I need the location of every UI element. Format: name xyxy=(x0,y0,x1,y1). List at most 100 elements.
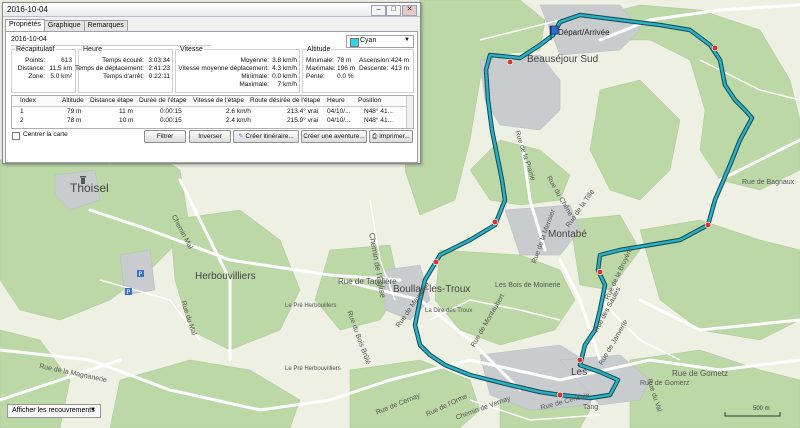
svg-text:P: P xyxy=(139,271,143,278)
direction-marker xyxy=(491,218,499,226)
table-header-cell[interactable]: Position xyxy=(358,97,381,104)
table-row[interactable]: 2 78 m 10 m 0:00:15 2.4 km/h 215.9° vrai… xyxy=(12,116,413,125)
speed-value: 4.3 km/h xyxy=(272,65,297,72)
window-title: 2016-10-04 xyxy=(7,5,48,14)
time-value: 0:22:11 xyxy=(148,73,170,80)
time-label: Temps d'arrêt: xyxy=(103,73,144,80)
map-label-depart-arrivee: Départ/Arrivée xyxy=(558,28,610,37)
table-cell: 11 m xyxy=(119,108,133,115)
invert-button[interactable]: Inverser xyxy=(189,130,231,143)
altitude-label: Pente: xyxy=(306,73,325,80)
svg-text:P: P xyxy=(127,289,131,296)
close-button[interactable]: ✕ xyxy=(402,5,417,16)
table-header: Index Altitude Distance étape Durée de l… xyxy=(12,96,413,107)
altitude-label: Descente: xyxy=(359,65,389,72)
map-label-herbouvilliers: Herbouvilliers xyxy=(195,271,256,282)
direction-marker xyxy=(432,258,440,266)
table-header-cell[interactable]: Index xyxy=(20,97,36,104)
recap-value: 5.0 km² xyxy=(50,73,72,80)
tab-remarks[interactable]: Remarques xyxy=(83,20,128,31)
direction-marker xyxy=(711,44,719,52)
map-label-bois-moinerie: Les Bois de Moinerie xyxy=(495,282,561,289)
table-cell: 2 xyxy=(20,117,24,124)
map-label-rue-bagnaux: Rue de Bagnaux xyxy=(742,179,795,186)
direction-marker xyxy=(556,391,564,399)
table-cell: 215.9° vrai xyxy=(287,117,319,124)
table-cell: N48° 41... xyxy=(364,117,393,124)
color-select[interactable]: Cyan ▼ xyxy=(346,35,414,48)
group-altitude-title: Altitude xyxy=(306,46,332,53)
minimize-button[interactable]: – xyxy=(371,5,386,16)
print-button[interactable]: ⎙ Imprimer... xyxy=(369,130,413,143)
button-row: Centrer la carte Filtrer Inverser ✎ Crée… xyxy=(11,130,413,144)
properties-panel: 2016-10-04 Cyan ▼ Récapitulatif Points: … xyxy=(5,31,418,163)
window-titlebar[interactable]: 2016-10-04 – □ ✕ xyxy=(3,3,420,17)
time-label: Temps écoulé: xyxy=(102,57,144,64)
properties-window[interactable]: 2016-10-04 – □ ✕ Propriétés Graphique Rema… xyxy=(2,2,421,164)
altitude-value: 413 m xyxy=(391,65,410,72)
color-swatch xyxy=(350,38,359,47)
speed-label: Moyenne: xyxy=(240,57,269,64)
table-header-cell[interactable]: Route désirée de l'étape xyxy=(250,97,320,104)
direction-marker xyxy=(576,356,584,364)
track-name-field[interactable]: 2016-10-04 xyxy=(11,36,211,46)
create-route-button[interactable]: ✎ Créer itinéraire... xyxy=(233,130,299,143)
table-header-cell[interactable]: Vitesse de l'étape xyxy=(193,97,244,104)
filter-button[interactable]: Filtrer xyxy=(144,130,186,143)
scale-label: 500 m xyxy=(753,406,770,412)
map-label-rue-gometz: Rue de Gometz xyxy=(672,369,729,378)
recap-value: 11.5 km xyxy=(49,65,72,72)
group-speed-title: Vitesse xyxy=(179,46,204,53)
direction-marker xyxy=(596,268,604,276)
speed-value: 7 km/h xyxy=(277,81,297,88)
map-label-beausejour: Beauséjour Sud xyxy=(527,54,599,65)
table-cell: N48° 41... xyxy=(364,108,393,115)
table-header-cell[interactable]: Durée de l'étape xyxy=(139,97,187,104)
altitude-value: 78 m xyxy=(337,57,352,64)
group-time-title: Heure xyxy=(82,46,104,53)
table-cell: 78 m xyxy=(67,117,82,124)
speed-label: Maximale: xyxy=(239,81,269,88)
create-route-label: Créer itinéraire... xyxy=(245,133,294,140)
table-row[interactable]: 1 79 m 11 m 0:00:15 2.6 km/h 213.4° vrai… xyxy=(12,107,413,116)
map-label-les-molieres: Les xyxy=(571,367,588,378)
table-cell: 0:00:15 xyxy=(160,117,182,124)
speed-value: 0.0 km/h xyxy=(272,73,297,80)
tab-bar: Propriétés Graphique Remarques xyxy=(5,19,128,31)
table-cell: 2.6 km/h xyxy=(226,108,251,115)
create-adventure-button[interactable]: Créer une aventure... xyxy=(301,130,367,143)
speed-label: Minimale: xyxy=(241,73,269,80)
table-cell: 04/10/... xyxy=(327,108,351,115)
group-recap-title: Récapitulatif xyxy=(15,46,56,53)
table-header-cell[interactable]: Altitude xyxy=(62,97,84,104)
table-scrollbar[interactable] xyxy=(406,96,413,128)
group-time: Heure Temps écoulé: 3:03:34 Temps de dép… xyxy=(75,46,173,93)
overlays-select[interactable]: Afficher les recouvrements ▼ xyxy=(7,404,101,418)
direction-marker xyxy=(704,221,712,229)
tab-properties[interactable]: Propriétés xyxy=(5,19,45,31)
speed-value: 3.8 km/h xyxy=(272,57,297,64)
group-speed: Vitesse Moyenne: 3.8 km/h Vitesse moyenn… xyxy=(175,46,300,93)
maximize-button[interactable]: □ xyxy=(386,5,401,16)
altitude-value: 0.0 % xyxy=(337,73,354,80)
recap-label: Points: xyxy=(25,57,45,64)
altitude-value: 196 m xyxy=(337,65,356,72)
center-map-checkbox[interactable] xyxy=(12,132,20,140)
table-header-cell[interactable]: Heure xyxy=(327,97,345,104)
table-cell: 0:00:15 xyxy=(160,108,182,115)
chevron-down-icon: ▼ xyxy=(404,37,410,43)
direction-marker xyxy=(506,58,514,66)
recap-label: Zone: xyxy=(28,73,45,80)
overlays-select-value: Afficher les recouvrements xyxy=(12,407,95,414)
trackpoint-table[interactable]: Index Altitude Distance étape Durée de l… xyxy=(11,95,414,129)
scale-bar: 500 m xyxy=(715,406,777,418)
map-label-pre-herbouvilliers: Le Pré Herbouvilliers xyxy=(285,366,341,372)
tab-graph[interactable]: Graphique xyxy=(43,20,85,31)
table-header-cell[interactable]: Distance étape xyxy=(90,97,133,104)
altitude-label: Maximale: xyxy=(306,65,336,72)
map-label-montabe: Montabé xyxy=(548,229,587,240)
map-label-moulin: La Dire des Troux xyxy=(425,308,473,314)
center-map-label: Centrer la carte xyxy=(23,131,68,138)
group-recap: Récapitulatif Points: 613 Distance: 11.5… xyxy=(11,46,76,93)
parking-icon: P xyxy=(137,270,144,278)
